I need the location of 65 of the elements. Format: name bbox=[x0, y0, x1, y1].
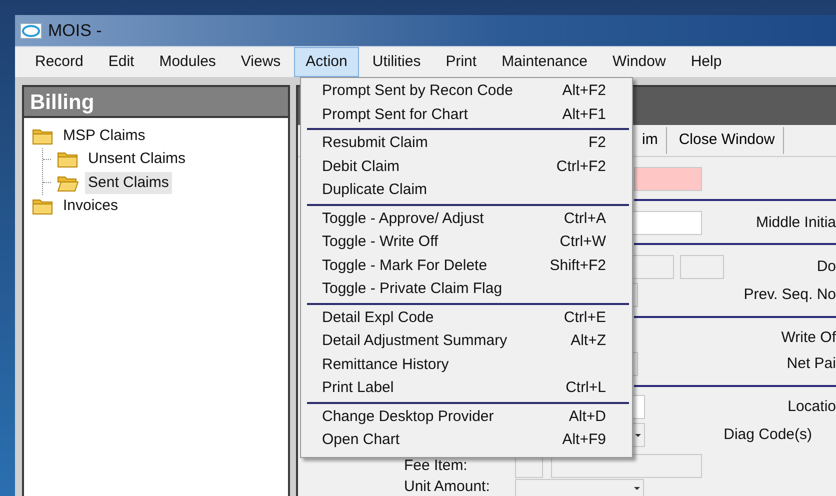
menu-item[interactable]: Utilities bbox=[360, 47, 433, 77]
caret-icon bbox=[634, 485, 640, 491]
toolbar-button[interactable]: Close Window bbox=[670, 127, 784, 154]
field-label: Net Pai bbox=[786, 354, 836, 374]
tree-item[interactable]: MSP Claims bbox=[60, 124, 148, 147]
caret-icon bbox=[635, 432, 641, 438]
tree-item[interactable]: Invoices bbox=[60, 195, 122, 218]
menu-item[interactable]: Views bbox=[228, 47, 293, 77]
field-label: Unit Amount: bbox=[404, 479, 491, 495]
menu-item[interactable]: Resubmit Claim F2 bbox=[301, 131, 632, 154]
menu-item[interactable]: Print bbox=[434, 47, 489, 77]
field-label: Write Of bbox=[781, 328, 836, 348]
field-label: Locatio bbox=[788, 396, 836, 417]
shortcut-text: Shift+F2 bbox=[550, 256, 606, 276]
shortcut-text: Alt+D bbox=[568, 406, 606, 426]
menu-item[interactable]: Record bbox=[23, 47, 96, 77]
menu-item[interactable]: Prompt Sent by Recon Code Alt+F2 bbox=[301, 79, 632, 102]
menu-item[interactable]: Print Label Ctrl+L bbox=[301, 376, 632, 400]
menu-item[interactable]: Toggle - Mark For Delete Shift+F2 bbox=[301, 254, 632, 277]
shortcut-text: Alt+F9 bbox=[562, 430, 606, 450]
panel-title: Billing bbox=[24, 87, 288, 118]
tree-item[interactable]: Sent Claims bbox=[85, 172, 172, 194]
window-title: MOIS - bbox=[48, 20, 102, 42]
menu-item[interactable]: Prompt Sent for Chart Alt+F1 bbox=[301, 102, 632, 126]
menu-item[interactable]: Help bbox=[678, 47, 734, 77]
dropdown[interactable] bbox=[515, 479, 644, 496]
toolbar-button[interactable]: im bbox=[634, 127, 667, 154]
input-field[interactable] bbox=[634, 167, 702, 191]
shortcut-text: Ctrl+W bbox=[560, 232, 606, 252]
menu-item[interactable]: Toggle - Write Off Ctrl+W bbox=[301, 230, 632, 254]
shortcut-text: Ctrl+A bbox=[564, 208, 606, 228]
menu-item[interactable]: Modules bbox=[147, 47, 228, 77]
field-label: Diag Code(s) bbox=[724, 424, 812, 445]
shortcut-text: Ctrl+L bbox=[566, 378, 606, 398]
shortcut-text: Alt+F2 bbox=[562, 81, 606, 101]
menu-item[interactable]: Action bbox=[294, 47, 360, 77]
input-field[interactable] bbox=[551, 454, 702, 478]
shortcut-text: Ctrl+F2 bbox=[556, 156, 606, 176]
shortcut-text: Alt+F1 bbox=[562, 104, 606, 124]
field-label: Do bbox=[816, 256, 836, 277]
menu-item[interactable]: Change Desktop Provider Alt+D bbox=[301, 404, 632, 428]
shortcut-text: Ctrl+E bbox=[564, 308, 606, 328]
menu-item[interactable]: Duplicate Claim bbox=[301, 178, 632, 202]
menu-item[interactable]: Toggle - Private Claim Flag bbox=[301, 277, 632, 300]
menu-item[interactable]: Window bbox=[600, 47, 678, 77]
menu-item[interactable]: Edit bbox=[96, 47, 146, 77]
folder-icon bbox=[32, 126, 54, 145]
menu-item[interactable]: Detail Adjustment Summary Alt+Z bbox=[301, 329, 632, 352]
shortcut-text: Alt+Z bbox=[570, 331, 606, 351]
field-label: Prev. Seq. No bbox=[744, 284, 836, 305]
menu-item[interactable]: Remittance History bbox=[301, 352, 632, 376]
folder-icon bbox=[32, 197, 54, 216]
shortcut-text: F2 bbox=[588, 133, 606, 153]
menu-item[interactable]: Debit Claim Ctrl+F2 bbox=[301, 154, 632, 178]
input-field[interactable] bbox=[680, 255, 724, 279]
menu-item[interactable]: Toggle - Approve/ Adjust Ctrl+A bbox=[301, 206, 632, 230]
menu-item[interactable]: Detail Expl Code Ctrl+E bbox=[301, 306, 632, 329]
menu-item[interactable]: Maintenance bbox=[490, 47, 600, 77]
field-label: Middle Initia bbox=[756, 212, 836, 233]
app-icon bbox=[20, 22, 42, 38]
open-folder-icon bbox=[57, 174, 79, 192]
folder-icon bbox=[57, 150, 79, 168]
field-label: Fee Item: bbox=[404, 456, 468, 476]
menu-item[interactable]: Open Chart Alt+F9 bbox=[301, 428, 632, 452]
tree-item[interactable]: Unsent Claims bbox=[85, 148, 189, 170]
